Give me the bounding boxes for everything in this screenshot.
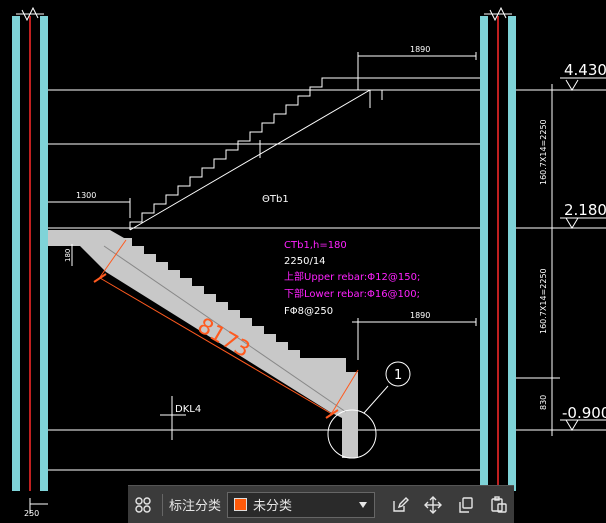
annotation-header: CTb1,h=180	[284, 240, 347, 251]
flight-lower-dim: 160.7X14=2250	[539, 268, 548, 334]
category-value: 未分类	[253, 499, 293, 514]
elevation-markers	[560, 77, 606, 431]
left-wall	[12, 6, 48, 491]
beam-tag: DKL4	[175, 404, 201, 415]
paste-button[interactable]	[484, 490, 514, 520]
annotation-steps: 2250/14	[284, 256, 326, 267]
lower-landing-dim: 1890	[410, 311, 430, 320]
annotation-toolbar: 标注分类 未分类	[128, 485, 514, 523]
cad-viewport[interactable]: 4.430 2.180 -0.900 1890 1300 1890 180 25…	[0, 0, 606, 523]
copy-icon	[459, 496, 473, 513]
elevation-bottom-label: -0.900	[562, 404, 606, 422]
toolbar-grid-button[interactable]	[128, 490, 158, 520]
category-label: 标注分类	[169, 499, 222, 514]
elevation-top-label: 4.430	[564, 61, 606, 79]
slab-thickness-dim: 180	[64, 249, 72, 262]
callout-number: 1	[394, 368, 402, 383]
base-height-dim: 830	[539, 395, 548, 410]
top-landing-dim: 1890	[410, 45, 430, 54]
mid-landing-dim: 1300	[76, 191, 96, 200]
column-width-dim: 250	[24, 509, 39, 518]
chevron-down-icon	[359, 501, 368, 508]
category-color-swatch	[234, 498, 248, 511]
move-icon	[424, 495, 443, 514]
annotation-distribution: FΦ8@250	[284, 306, 333, 317]
grid-icon	[135, 496, 151, 513]
copy-button[interactable]	[451, 490, 481, 520]
annotation-upper-rebar: 上部Upper rebar:Φ12@150;	[284, 270, 420, 283]
right-wall	[480, 6, 516, 491]
toolbar-divider	[162, 493, 163, 516]
stair-tag: ΘTb1	[262, 194, 289, 205]
flight-upper-dim: 160.7X14=2250	[539, 119, 548, 185]
move-button[interactable]	[418, 490, 448, 520]
paste-icon	[491, 495, 507, 513]
category-dropdown[interactable]: 未分类	[227, 491, 376, 518]
annotation-lower-rebar: 下部Lower rebar:Φ16@100;	[284, 287, 420, 300]
upper-flight	[129, 77, 480, 231]
elevation-middle-label: 2.180	[564, 201, 606, 219]
edit-icon	[393, 496, 410, 512]
edit-button[interactable]	[385, 490, 415, 520]
